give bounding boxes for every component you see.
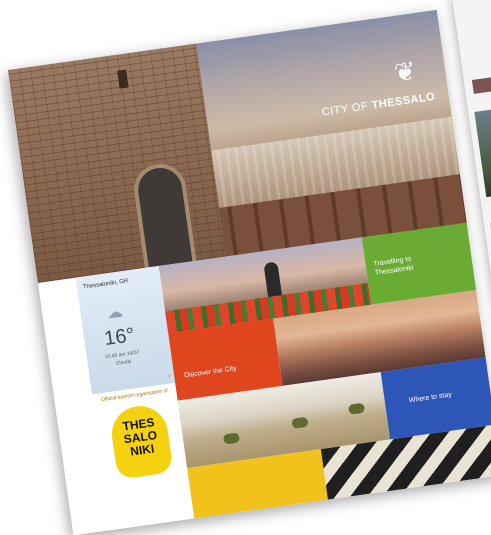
weather-temperature: 16°: [102, 324, 136, 351]
bush-shape: [347, 402, 366, 415]
discover-label: Discover the City: [183, 365, 238, 380]
cloud-icon: ☁: [105, 303, 124, 323]
weather-widget: Thessaloniki, GR ☁ 16° 10:45 am 19/07 Cl…: [75, 265, 176, 395]
tourism-homepage: ❦ CITY OF THESSALO Thessaloniki, GR ☁ 16…: [8, 9, 491, 535]
lion-head-logo[interactable]: ❦: [388, 55, 422, 89]
weather-time: 10:45 am 19/07: [104, 349, 140, 361]
brand-prefix: CITY OF: [321, 100, 370, 119]
tower-window: [117, 69, 129, 89]
weather-location: Thessaloniki, GR: [82, 278, 129, 291]
travelling-label: Travelling to Thessaloniki: [373, 255, 414, 277]
brand-name: THESSALO: [370, 90, 436, 112]
bush-shape: [291, 416, 309, 429]
tower-door: [135, 165, 193, 268]
background-page-banner: [471, 73, 491, 94]
weather-condition: Cloudy: [115, 358, 132, 367]
promo-wordmark: THES SALO NIKI: [112, 415, 169, 461]
site-brand[interactable]: CITY OF THESSALO: [321, 89, 449, 119]
ad-close-icon[interactable]: x: [167, 373, 170, 379]
bush-shape: [222, 432, 241, 445]
background-page-image: [474, 105, 491, 198]
where-to-stay-label: Where to stay: [408, 391, 453, 405]
white-tower-image: [8, 43, 227, 283]
